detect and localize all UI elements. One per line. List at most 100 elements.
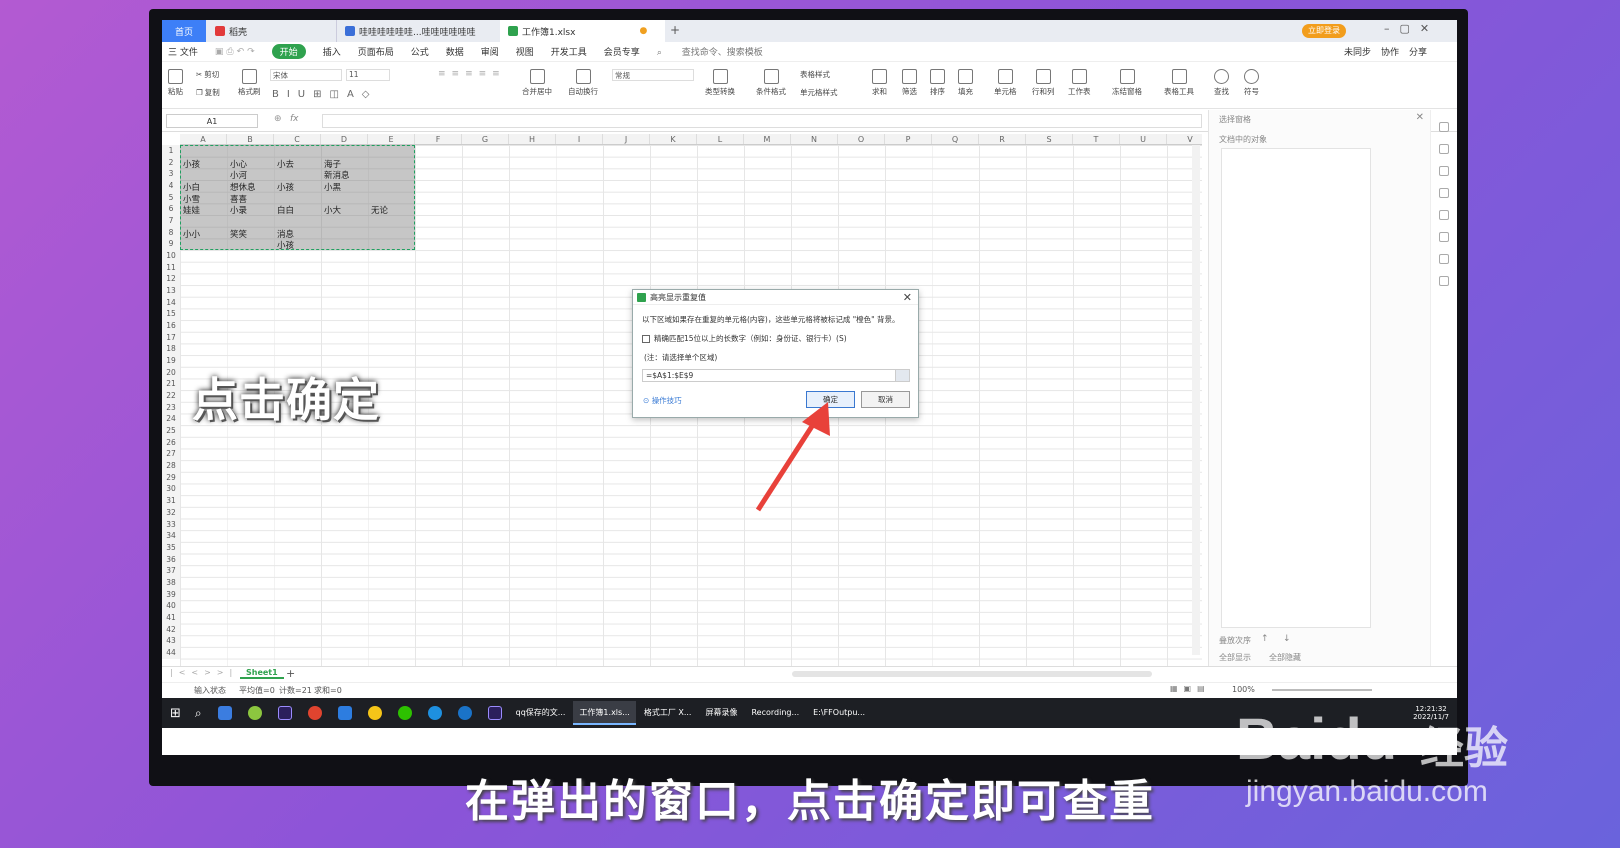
merge-button[interactable]: 合并居中 (522, 69, 552, 97)
freeze-button[interactable]: 冻结窗格 (1112, 69, 1142, 97)
row-header[interactable]: 34 (162, 530, 180, 542)
row-header[interactable]: 25 (162, 425, 180, 437)
row-header[interactable]: 17 (162, 332, 180, 344)
qq-icon[interactable] (367, 706, 382, 720)
column-header[interactable]: K (650, 134, 697, 144)
table-cell[interactable]: 小黑 (324, 181, 341, 193)
sheet-nav-arrows[interactable]: |<<>>| (170, 668, 238, 677)
table-tools-button[interactable]: 表格工具 (1164, 69, 1194, 97)
windows-start-icon[interactable]: ⊞ (170, 706, 181, 721)
range-picker-icon[interactable] (895, 370, 909, 381)
column-header[interactable]: F (415, 134, 462, 144)
premiere-icon[interactable] (277, 706, 292, 720)
sum-button[interactable]: 求和 (872, 69, 887, 97)
hide-all-button[interactable]: 全部隐藏 (1269, 652, 1301, 663)
exact-match-checkbox[interactable]: 精确匹配15位以上的长数字（例如：身份证、银行卡）(S) (642, 333, 847, 344)
row-header[interactable]: 19 (162, 355, 180, 367)
row-header[interactable]: 9 (162, 238, 180, 250)
alignment-buttons[interactable]: ≡≡≡≡≡ (438, 69, 506, 79)
row-header[interactable]: 21 (162, 378, 180, 390)
add-sheet-button[interactable]: + (286, 667, 295, 680)
menu-insert[interactable]: 插入 (323, 45, 341, 58)
menu-review[interactable]: 审阅 (481, 45, 499, 58)
taskbar-app[interactable]: E:\FFOutpu... (807, 701, 871, 725)
table-cell[interactable]: 小小 (183, 228, 200, 240)
row-header[interactable]: 20 (162, 367, 180, 379)
search-icon[interactable]: ⌕ (195, 706, 202, 721)
tool-icon[interactable] (1439, 166, 1449, 176)
tips-link[interactable]: ⊙ 操作技巧 (643, 395, 682, 406)
sheet-tab-sheet1[interactable]: Sheet1 (240, 668, 284, 679)
column-header[interactable]: R (979, 134, 1026, 144)
row-header[interactable]: 28 (162, 460, 180, 472)
row-header[interactable]: 42 (162, 624, 180, 636)
taskbar-app[interactable]: Recording... (745, 701, 805, 725)
menu-developer[interactable]: 开发工具 (551, 45, 587, 58)
row-header[interactable]: 5 (162, 192, 180, 204)
command-search[interactable]: ⌕ 查找命令、搜索模板 (657, 45, 780, 58)
view-mode-icons[interactable]: ▦▣▤ (1170, 684, 1211, 693)
cell-style-button[interactable]: 单元格样式 (800, 87, 838, 98)
row-header[interactable]: 44 (162, 647, 180, 659)
row-header[interactable]: 38 (162, 577, 180, 589)
tab-document[interactable]: 哇哇哇哇哇哇...哇哇哇哇哇哇 (336, 20, 498, 42)
cut-button[interactable]: ✂ 剪切 (196, 69, 219, 80)
taskbar-app[interactable]: 屏幕录像 (699, 701, 743, 725)
column-header[interactable]: N (791, 134, 838, 144)
tool-icon[interactable] (1439, 122, 1449, 132)
format-painter-button[interactable]: 格式刷 (238, 69, 261, 97)
tool-icon[interactable] (1439, 210, 1449, 220)
row-header[interactable]: 22 (162, 390, 180, 402)
taskbar-app[interactable]: qq保存的文... (510, 701, 572, 725)
row-header[interactable]: 37 (162, 565, 180, 577)
row-header[interactable]: 1 (162, 145, 180, 157)
dialog-close-icon[interactable]: ✕ (903, 291, 912, 304)
menu-data[interactable]: 数据 (446, 45, 464, 58)
row-header[interactable]: 15 (162, 308, 180, 320)
column-header[interactable]: G (462, 134, 509, 144)
number-format-select[interactable]: 常规 (612, 69, 694, 81)
share-button[interactable]: 分享 (1409, 45, 1427, 58)
row-header[interactable]: 8 (162, 227, 180, 239)
table-cell[interactable]: 小心 (230, 158, 247, 170)
row-header[interactable]: 26 (162, 437, 180, 449)
table-cell[interactable]: 小孩 (277, 239, 294, 251)
font-size-select[interactable]: 11 (346, 69, 390, 81)
table-cell[interactable]: 白白 (277, 204, 294, 216)
photos-app-icon[interactable] (217, 706, 232, 720)
column-header[interactable]: L (697, 134, 744, 144)
objects-list[interactable] (1221, 148, 1371, 628)
row-header[interactable]: 16 (162, 320, 180, 332)
horizontal-scrollbar[interactable] (792, 671, 1152, 677)
row-header[interactable]: 4 (162, 180, 180, 192)
row-header[interactable]: 10 (162, 250, 180, 262)
column-header[interactable]: Q (932, 134, 979, 144)
row-header[interactable]: 33 (162, 519, 180, 531)
column-header[interactable]: H (509, 134, 556, 144)
rowcol-button[interactable]: 行和列 (1032, 69, 1055, 97)
collab-button[interactable]: 协作 (1381, 45, 1399, 58)
column-header[interactable]: V (1167, 134, 1202, 144)
zoom-formula-icon[interactable]: ⊕ (274, 114, 282, 124)
convert-button[interactable]: 类型转换 (705, 69, 735, 97)
name-box[interactable]: A1 (166, 114, 258, 128)
font-family-select[interactable]: 宋体 (270, 69, 342, 81)
table-cell[interactable]: 消息 (277, 228, 294, 240)
table-cell[interactable]: 小白 (183, 181, 200, 193)
column-header[interactable]: U (1120, 134, 1167, 144)
table-cell[interactable]: 喜喜 (230, 193, 247, 205)
login-button[interactable]: 立即登录 (1302, 24, 1346, 38)
tool-icon[interactable] (1439, 232, 1449, 242)
column-header[interactable]: J (603, 134, 650, 144)
premiere-icon[interactable] (487, 706, 502, 720)
find-button[interactable]: 查找 (1214, 69, 1229, 97)
tool-icon[interactable] (1439, 188, 1449, 198)
row-header[interactable]: 6 (162, 203, 180, 215)
table-cell[interactable]: 无论 (371, 204, 388, 216)
tab-workbook[interactable]: 工作簿1.xlsx ● (500, 20, 665, 42)
table-cell[interactable]: 海子 (324, 158, 341, 170)
worksheet-button[interactable]: 工作表 (1068, 69, 1091, 97)
column-header[interactable]: M (744, 134, 791, 144)
app-icon[interactable] (247, 706, 262, 720)
row-header[interactable]: 7 (162, 215, 180, 227)
